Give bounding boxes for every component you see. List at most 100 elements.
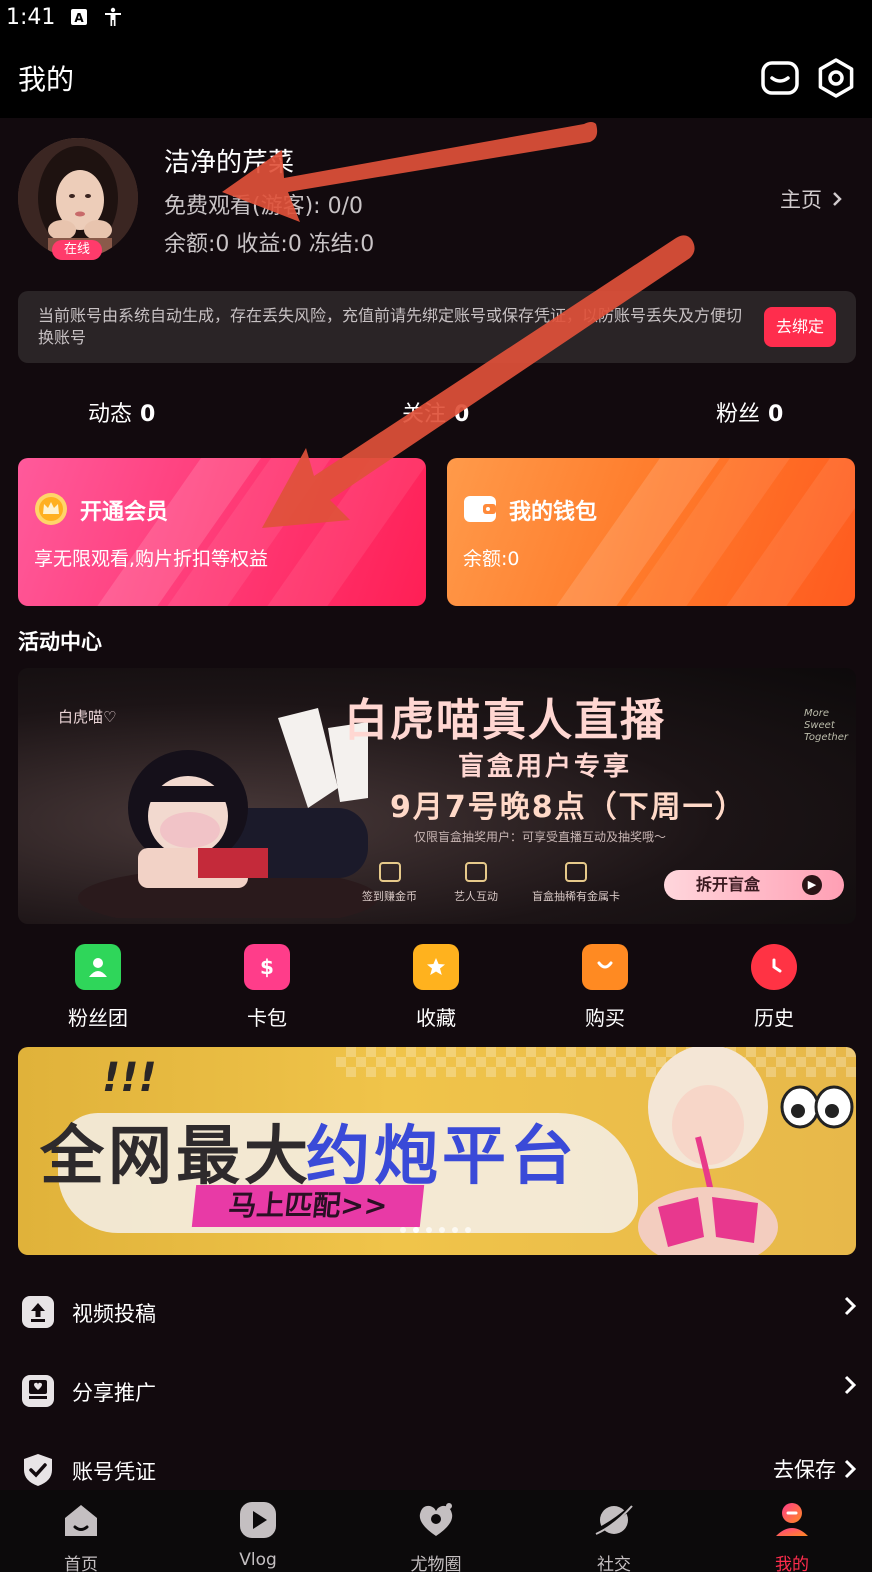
stat-label: 粉丝 (716, 402, 761, 427)
tab-beauty-circle[interactable]: 尤物圈 (376, 1500, 496, 1572)
feature-label: 艺人互动 (454, 890, 498, 903)
shortcut-label: 购买 (585, 1006, 625, 1030)
carousel-dot[interactable] (465, 1227, 471, 1233)
play-icon (240, 1502, 276, 1538)
settings-gear-icon[interactable] (816, 58, 856, 98)
tab-vlog[interactable]: Vlog (198, 1500, 318, 1570)
shortcut-purchase[interactable]: 购买 (555, 944, 655, 1031)
carousel-dot[interactable] (413, 1227, 419, 1233)
chevron-right-icon (833, 192, 842, 206)
shortcut-favorites[interactable]: 收藏 (386, 944, 486, 1031)
blind-box-label: 拆开盲盒 (696, 875, 761, 894)
match-now-button[interactable]: 马上匹配>> (191, 1185, 425, 1227)
upload-icon (20, 1294, 56, 1330)
balance-summary: 余额:0 收益:0 冻结:0 (164, 232, 375, 257)
stat-label: 关注 (402, 402, 447, 427)
accessibility-icon (103, 7, 123, 27)
homepage-label: 主页 (780, 188, 822, 212)
carousel-dot[interactable] (452, 1227, 458, 1233)
crown-icon (34, 492, 68, 526)
menu-right: 去保存 (773, 1454, 856, 1484)
coin-icon (378, 862, 401, 882)
carousel-indicator (400, 1227, 471, 1233)
stat-following[interactable]: 关注 0 (402, 396, 469, 428)
planet-icon (595, 1505, 633, 1535)
bind-account-button[interactable]: 去绑定 (764, 307, 836, 347)
banner-girl-illustration (78, 708, 378, 918)
tab-label: 首页 (64, 1555, 98, 1572)
profile-section: 在线 洁净的芹菜 免费观看(游客): 0/0 余额:0 收益:0 冻结:0 主页 (18, 138, 854, 262)
status-bar: 1:41 A (0, 0, 872, 34)
menu-label: 账号凭证 (72, 1460, 156, 1484)
live-event-banner[interactable]: 白虎喵♡ More Sweet Together 白虎喵真人直播 盲盒用户专享 … (18, 668, 856, 924)
carousel-dot[interactable] (426, 1227, 432, 1233)
banner-feature: 盲盒抽稀有金属卡 (532, 862, 620, 904)
notice-text: 当前账号由系统自动生成，存在丢失风险，充值前请先绑定账号或保存凭证，以防账号丢失… (38, 306, 743, 347)
stat-posts[interactable]: 动态 0 (88, 396, 155, 428)
tab-mine[interactable]: 我的 (732, 1500, 852, 1572)
carousel-dot[interactable] (439, 1227, 445, 1233)
menu-share-promote[interactable]: 分享推广 (0, 1357, 872, 1427)
menu-right (844, 1375, 856, 1395)
tab-home[interactable]: 首页 (21, 1500, 141, 1572)
home-icon (65, 1505, 97, 1536)
banner-side-script-2: More Sweet Together (804, 708, 849, 743)
shield-check-icon (20, 1452, 56, 1488)
shortcut-card-wallet[interactable]: $ 卡包 (217, 944, 317, 1031)
activity-center-title: 活动中心 (18, 630, 102, 654)
stat-fans[interactable]: 粉丝 0 (716, 396, 783, 428)
save-credential-link[interactable]: 去保存 (773, 1454, 836, 1484)
banner-feature: 签到赚金币 (362, 862, 417, 904)
shortcut-history[interactable]: 历史 (724, 944, 824, 1031)
open-blind-box-button[interactable]: 拆开盲盒 ▶ (664, 870, 844, 900)
chevron-right-icon (844, 1459, 856, 1479)
profile-icon (776, 1503, 808, 1536)
menu-right (844, 1296, 856, 1316)
stat-value: 0 (768, 402, 784, 427)
carousel-dot[interactable] (400, 1227, 406, 1233)
stat-value: 0 (454, 402, 470, 427)
banner-date: 9月7号晚8点（下周一） (390, 790, 747, 825)
chat-icon (465, 862, 487, 882)
account-notice: 当前账号由系统自动生成，存在丢失风险，充值前请先绑定账号或保存凭证，以防账号丢失… (18, 291, 856, 363)
vip-membership-card[interactable]: 开通会员 享无限观看,购片折扣等权益 (18, 458, 426, 606)
status-time: 1:41 (6, 4, 56, 30)
banner-note: 仅限盲盒抽奖用户：可享受直播互动及抽奖哦～ (414, 830, 667, 844)
favorite-icon (413, 944, 459, 990)
banner-text-right: 约炮平台 (306, 1120, 578, 1194)
homepage-link[interactable]: 主页 (780, 184, 842, 214)
tab-social[interactable]: 社交 (554, 1500, 674, 1572)
app-header: 我的 (0, 34, 872, 118)
message-icon[interactable] (760, 58, 800, 98)
shortcut-fan-group[interactable]: 粉丝团 (48, 944, 148, 1031)
stat-label: 动态 (88, 402, 133, 427)
shopping-bag-icon (582, 944, 628, 990)
shortcut-label: 粉丝团 (68, 1006, 128, 1030)
banner-girl-illustration (638, 1047, 778, 1255)
tab-label: Vlog (239, 1550, 277, 1570)
tab-label: 社交 (597, 1555, 631, 1572)
page-title: 我的 (18, 63, 75, 96)
tab-label: 尤物圈 (410, 1555, 462, 1572)
banner-exclamation: !!! (102, 1055, 157, 1101)
feature-label: 签到赚金币 (362, 890, 417, 903)
wallet-card[interactable]: 我的钱包 余额:0 (447, 458, 855, 606)
banner-text-left: 全网最大 (40, 1120, 312, 1194)
banner-side-script: 白虎喵♡ (58, 708, 117, 726)
menu-video-upload[interactable]: 视频投稿 (0, 1278, 872, 1348)
share-icon (20, 1373, 56, 1409)
shortcut-label: 历史 (754, 1006, 794, 1030)
heart-circle-icon (419, 1503, 453, 1536)
tab-label: 我的 (775, 1555, 809, 1572)
stat-value: 0 (140, 402, 156, 427)
promo-banner[interactable]: !!! 全网最大 约炮平台 马上匹配>> (18, 1047, 856, 1255)
banner-feature: 艺人互动 (454, 862, 498, 904)
banner-subtitle: 盲盒用户专享 (458, 752, 633, 782)
history-icon (751, 944, 797, 990)
keyboard-a-icon: A (69, 7, 89, 27)
menu-account-credential[interactable]: 账号凭证 去保存 (0, 1436, 872, 1490)
chevron-right-icon (844, 1375, 856, 1395)
cartoon-eyes-icon (780, 1085, 854, 1129)
vip-subtitle: 享无限观看,购片折扣等权益 (34, 548, 269, 570)
stats-row: 动态 0 关注 0 粉丝 0 (0, 396, 872, 436)
